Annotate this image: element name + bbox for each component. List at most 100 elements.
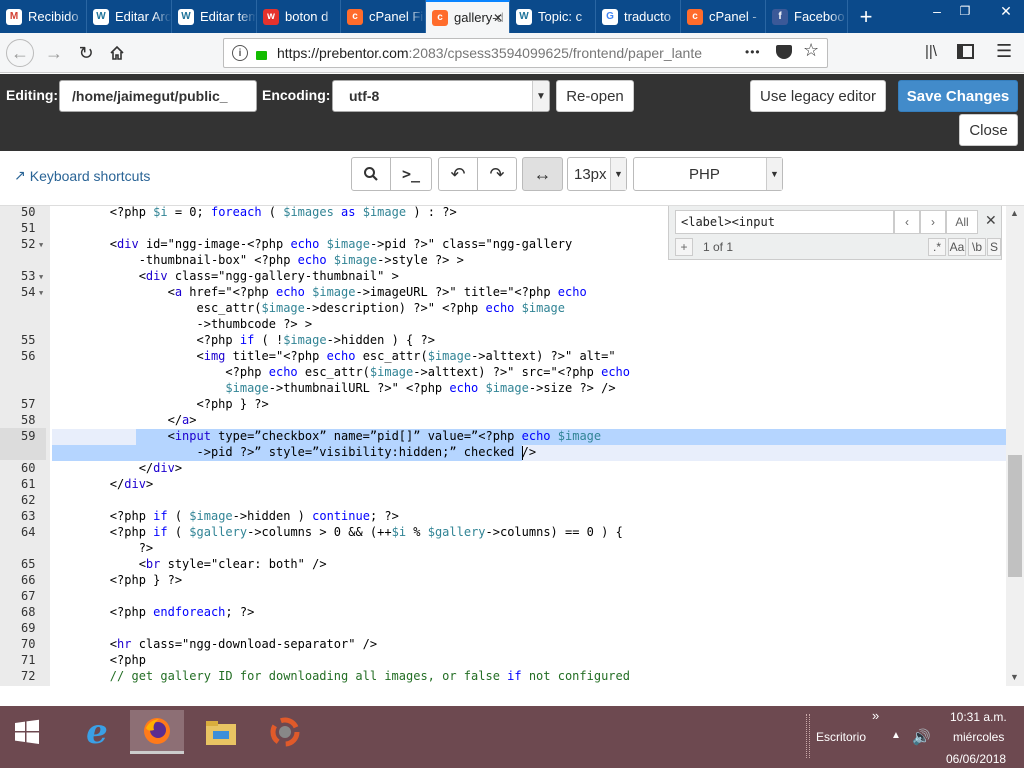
line-number: 51 [21, 221, 36, 235]
close-search-icon[interactable]: ✕ [985, 212, 997, 229]
scroll-up-icon[interactable]: ▲ [1010, 208, 1019, 218]
font-size-select[interactable]: 13px ▼ [567, 157, 627, 191]
clock-time[interactable]: 10:31 a.m. [950, 710, 1007, 724]
firefox-icon[interactable] [130, 710, 184, 754]
redo-icon[interactable]: ↷ [477, 157, 517, 191]
line-number: 63 [21, 509, 36, 523]
internet-explorer-icon[interactable]: e [70, 710, 124, 754]
regex-toggle[interactable]: .* [928, 238, 946, 256]
file-path-input[interactable]: /home/jaimegut/public_ [59, 80, 257, 112]
toggle-replace-button[interactable]: + [675, 238, 693, 256]
tab-3[interactable]: w boton d [257, 0, 341, 33]
code-line: <?php endforeach; ?> [52, 605, 255, 619]
legacy-editor-button[interactable]: Use legacy editor [750, 80, 886, 112]
line-number: 58 [21, 413, 36, 427]
windows-start-icon[interactable] [0, 710, 54, 754]
home-icon[interactable] [103, 39, 131, 67]
keyboard-shortcuts-link[interactable]: ↗ Keyboard shortcuts [14, 167, 150, 184]
volume-icon[interactable]: 🔊 [912, 728, 931, 746]
tab-0[interactable]: M Recibido [0, 0, 87, 33]
forward-icon[interactable]: → [40, 39, 68, 67]
window-close-icon[interactable]: ✕ [988, 0, 1024, 22]
reopen-button[interactable]: Re-open [556, 80, 634, 112]
tab-9[interactable]: f Faceboo [766, 0, 848, 33]
url-path: :2083/cpsess3594099625/frontend/paper_la… [408, 45, 702, 61]
fold-icon[interactable]: ▼ [39, 273, 43, 281]
toolbar-chevron-icon[interactable]: » [872, 708, 879, 723]
whole-word-toggle[interactable]: \b [968, 238, 986, 256]
tab-5[interactable]: c gallery-d ✕ [426, 0, 510, 33]
bookmark-star-icon[interactable]: ☆ [803, 40, 819, 61]
clock-day[interactable]: miércoles [953, 730, 1004, 744]
search-query-input[interactable]: <label><input [675, 210, 894, 234]
tab-1[interactable]: WEditar Archiv [87, 0, 172, 33]
tab-4[interactable]: ccPanel File M [341, 0, 426, 33]
vertical-scrollbar[interactable]: ▲ ▼ [1006, 206, 1024, 686]
back-icon[interactable]: ← [6, 39, 34, 67]
code-line: <img title="<?php echo esc_attr($image->… [52, 349, 616, 363]
find-previous-icon[interactable]: ‹ [894, 210, 920, 234]
save-changes-button[interactable]: Save Changes [898, 80, 1018, 112]
sidebar-icon[interactable] [957, 44, 974, 59]
editor-header: Editing: /home/jaimegut/public_ Encoding… [0, 74, 1024, 151]
close-button[interactable]: Close [959, 114, 1018, 146]
scrollbar-thumb[interactable] [1008, 455, 1022, 577]
line-number: 72 [21, 669, 36, 683]
url-bar[interactable]: i https://prebentor.com:2083/cpsess35940… [223, 38, 828, 68]
close-tab-icon[interactable]: ✕ [493, 11, 503, 25]
file-explorer-icon[interactable] [194, 710, 248, 754]
reload-icon[interactable]: ↻ [72, 39, 100, 67]
word-wrap-icon[interactable]: ↔ [522, 157, 563, 191]
code-line: <?php if ( $image->hidden ) continue; ?> [52, 509, 399, 523]
case-sensitive-toggle[interactable]: Aa [948, 238, 966, 256]
tab-fade [68, 0, 86, 33]
tab-8[interactable]: c cPanel - [681, 0, 766, 33]
hamburger-menu-icon[interactable]: ☰ [996, 41, 1012, 62]
tab-6[interactable]: W Topic: c [510, 0, 596, 33]
url-host: https://prebentor.com [277, 45, 409, 61]
line-number: 50 [21, 206, 36, 219]
info-icon[interactable]: i [232, 45, 248, 61]
scroll-down-icon[interactable]: ▼ [1010, 672, 1019, 682]
code-line: <?php [52, 653, 146, 667]
clock-date[interactable]: 06/06/2018 [946, 752, 1006, 766]
mode-select[interactable]: PHP ▼ [633, 157, 783, 191]
library-icon[interactable]: ||\ [925, 43, 937, 60]
encoding-label: Encoding: [262, 87, 331, 103]
browser-tab-bar: MRecibidoWEditar ArchivWEditar temaswbot… [0, 0, 1024, 33]
fold-icon[interactable]: ▼ [39, 241, 43, 249]
search-icon[interactable] [351, 157, 391, 191]
tab-7[interactable]: Gtraducto [596, 0, 681, 33]
line-number [0, 380, 46, 396]
app-icon[interactable] [258, 710, 312, 754]
desktop-toolbar-label[interactable]: Escritorio [816, 730, 866, 744]
line-number: 55 [21, 333, 36, 347]
code-editor[interactable]: 50 51 52 ▼ 53 ▼ 54 ▼ 55 56 57 58 59 60 61 62 63 64 65 66 67 6… [0, 206, 1006, 686]
tab-fade [829, 0, 847, 33]
page-actions-icon[interactable]: ••• [745, 45, 761, 59]
restore-icon[interactable]: ❐ [948, 0, 982, 22]
find-next-icon[interactable]: › [920, 210, 946, 234]
undo-icon[interactable]: ↶ [438, 157, 478, 191]
code-line: </div> [52, 477, 154, 491]
code-line: <div class="ngg-gallery-thumbnail" > [52, 269, 399, 283]
chevron-down-icon: ▼ [532, 81, 549, 111]
line-number: 68 [21, 605, 36, 619]
line-number [0, 300, 46, 316]
encoding-select[interactable]: utf-8 ▼ [332, 80, 550, 112]
show-hidden-icons-icon[interactable]: ▲ [891, 730, 901, 741]
line-number: 66 [21, 573, 36, 587]
taskbar-separator [806, 714, 810, 758]
mode-value: PHP [689, 165, 720, 183]
find-all-button[interactable]: All [946, 210, 978, 234]
tab-fade [238, 0, 256, 33]
in-selection-toggle[interactable]: S [987, 238, 1001, 256]
tab-2[interactable]: WEditar temas [172, 0, 257, 33]
fold-icon[interactable]: ▼ [39, 289, 43, 297]
line-number: 57 [21, 397, 36, 411]
line-number: 65 [21, 557, 36, 571]
line-number [0, 540, 46, 556]
editor-toolbar: ↗ Keyboard shortcuts >_ ↶ ↷ ↔ 13px ▼ PHP… [0, 151, 1024, 206]
new-tab-button[interactable]: + [852, 3, 880, 31]
goto-line-icon[interactable]: >_ [390, 157, 432, 191]
